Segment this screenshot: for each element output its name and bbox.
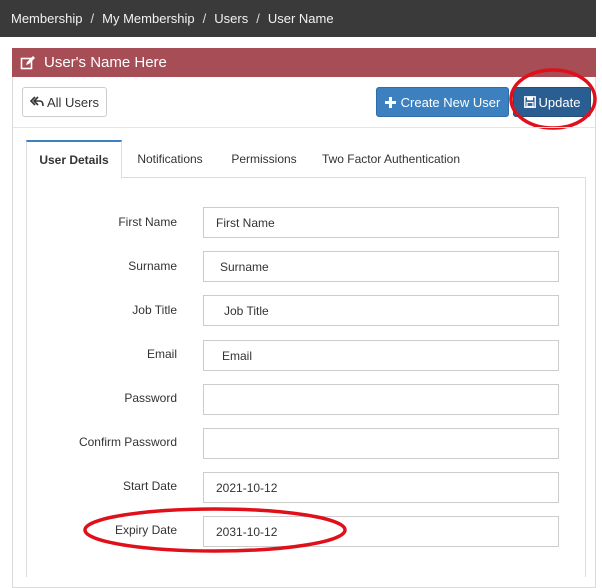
confirm-password-field[interactable] bbox=[203, 428, 559, 459]
toolbar-divider bbox=[13, 127, 595, 128]
tab-notifications[interactable]: Notifications bbox=[124, 140, 216, 178]
plus-icon bbox=[384, 96, 396, 108]
password-label: Password bbox=[124, 391, 177, 405]
start-date-field[interactable] bbox=[203, 472, 559, 503]
surname-label: Surname bbox=[128, 259, 177, 273]
breadcrumb-user-name: User Name bbox=[267, 11, 334, 26]
job-title-field[interactable] bbox=[203, 295, 559, 326]
breadcrumb-membership[interactable]: Membership bbox=[11, 11, 83, 26]
tab-user-details[interactable]: User Details bbox=[26, 140, 122, 179]
tab-permissions[interactable]: Permissions bbox=[218, 140, 310, 178]
all-users-label: All Users bbox=[46, 94, 99, 110]
update-label: Update bbox=[538, 94, 581, 110]
breadcrumb-separator: / bbox=[256, 11, 260, 26]
update-button[interactable]: Update bbox=[513, 87, 591, 117]
create-new-user-label: Create New User bbox=[400, 94, 501, 110]
tab-two-factor-authentication[interactable]: Two Factor Authentication bbox=[316, 140, 466, 178]
breadcrumb-separator: / bbox=[90, 11, 95, 26]
breadcrumb-separator: / bbox=[202, 11, 207, 26]
breadcrumb-users[interactable]: Users bbox=[214, 11, 248, 26]
email-field[interactable] bbox=[203, 340, 559, 371]
password-field[interactable] bbox=[203, 384, 559, 415]
create-new-user-button[interactable]: Create New User bbox=[376, 87, 509, 117]
breadcrumb-my-membership[interactable]: My Membership bbox=[102, 11, 194, 26]
confirm-password-label: Confirm Password bbox=[78, 435, 177, 449]
start-date-label: Start Date bbox=[122, 479, 177, 493]
expiry-date-label: Expiry Date bbox=[114, 523, 177, 537]
email-label: Email bbox=[146, 347, 177, 361]
panel-title: User's Name Here bbox=[44, 54, 167, 71]
expiry-date-field[interactable] bbox=[203, 516, 559, 547]
surname-field[interactable] bbox=[203, 251, 559, 282]
panel-header: User's Name Here bbox=[12, 48, 596, 77]
tab-bar: User Details Notifications Permissions T… bbox=[26, 140, 586, 179]
edit-icon bbox=[20, 55, 36, 71]
reply-all-icon bbox=[29, 96, 44, 107]
breadcrumb: Membership / My Membership / Users / Use… bbox=[0, 0, 596, 37]
save-icon bbox=[523, 96, 536, 108]
first-name-label: First Name bbox=[118, 215, 177, 229]
job-title-label: Job Title bbox=[132, 303, 177, 317]
first-name-field[interactable] bbox=[203, 207, 559, 238]
all-users-button[interactable]: All Users bbox=[22, 87, 107, 117]
